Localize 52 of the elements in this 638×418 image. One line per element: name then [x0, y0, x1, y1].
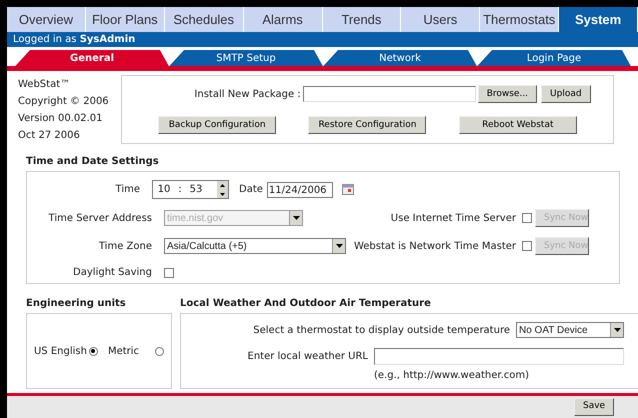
- checkbox[interactable]: [522, 241, 532, 252]
- date-field[interactable]: 11/24/2006: [266, 182, 333, 198]
- nav-tab[interactable]: Users: [401, 7, 480, 32]
- device-dropdown[interactable]: No OAT Device: [516, 322, 624, 338]
- time-label: Time: [114, 183, 141, 198]
- browse-button[interactable]: Browse...: [478, 85, 538, 104]
- server-label: Time Server Address: [48, 212, 153, 226]
- zone-label: Time Zone: [98, 240, 153, 254]
- nav-tab[interactable]: Alarms: [244, 7, 322, 32]
- radio-button[interactable]: [88, 346, 98, 356]
- section-title: Time and Date Settings: [26, 155, 160, 170]
- package-label: Install New Package :: [194, 88, 301, 102]
- master-label: Webstat is Network Time Master: [354, 240, 516, 254]
- sub-tab[interactable]: Login Page: [477, 50, 631, 66]
- section-title: Local Weather And Outdoor Air Temperature: [180, 297, 432, 312]
- config-button[interactable]: Backup Configuration: [158, 116, 276, 134]
- about-text: Oct 27 2006: [18, 129, 81, 142]
- sub-tab[interactable]: Network: [323, 50, 477, 66]
- about-text: Version 00.02.01: [18, 112, 104, 126]
- login-text: Logged in as SysAdmin: [13, 32, 136, 47]
- config-button[interactable]: Restore Configuration: [308, 116, 426, 134]
- date-label: Date: [239, 183, 263, 198]
- url-hint: (e.g., http://www.weather.com): [374, 369, 530, 384]
- checkbox[interactable]: [522, 213, 532, 224]
- about-text: Copyright © 2006: [18, 95, 110, 108]
- section-title: Engineering units: [26, 297, 127, 312]
- nav-tab[interactable]: Floor Plans: [86, 7, 165, 32]
- nav-tab[interactable]: System: [559, 7, 638, 32]
- radio-button[interactable]: [155, 346, 164, 356]
- url-label: Enter local weather URL: [248, 350, 368, 364]
- upload-button[interactable]: Upload: [541, 85, 591, 104]
- save-button[interactable]: Save: [574, 398, 614, 416]
- use-internet-label: Use Internet Time Server: [390, 212, 516, 226]
- nav-tab[interactable]: Trends: [322, 7, 402, 32]
- time-field[interactable]: 10 : 53: [152, 180, 229, 200]
- radio-label: Metric: [108, 344, 140, 359]
- nav-tab[interactable]: Schedules: [164, 7, 244, 32]
- sub-tab[interactable]: General: [15, 50, 169, 66]
- sub-tab[interactable]: SMTP Setup: [169, 50, 323, 66]
- file-field[interactable]: [302, 86, 476, 102]
- about-text: WebStat™: [18, 78, 72, 92]
- select-label: Select a thermostat to display outside temperature: [253, 324, 510, 338]
- nav-tab[interactable]: Thermostats: [480, 7, 560, 32]
- nav-tab[interactable]: Overview: [7, 7, 86, 32]
- zone-dropdown[interactable]: Asia/Calcutta (+5): [164, 238, 346, 254]
- spinner-icon[interactable]: [217, 181, 228, 198]
- radio-label: US English: [34, 344, 87, 359]
- checkbox[interactable]: [164, 268, 174, 278]
- config-button[interactable]: Reboot Webstat: [458, 116, 577, 134]
- url-field[interactable]: [374, 348, 624, 366]
- dst-label: Daylight Saving: [72, 266, 153, 280]
- calendar-icon[interactable]: [342, 184, 354, 196]
